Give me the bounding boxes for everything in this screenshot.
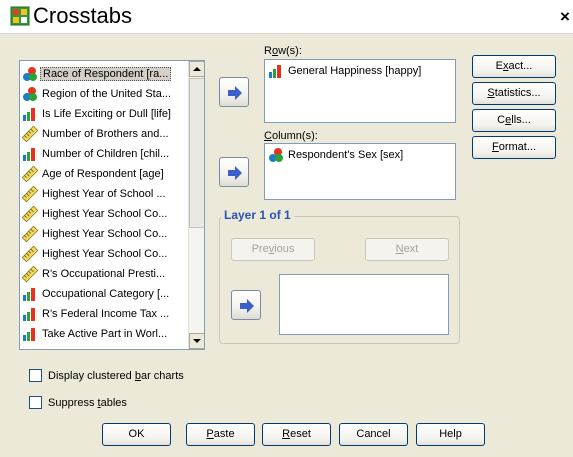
variable-list-item[interactable]: Race of Respondent [ra...: [22, 65, 190, 82]
variable-list-item[interactable]: Highest Year of School ...: [22, 185, 190, 202]
move-to-layer-button[interactable]: [231, 290, 261, 320]
variable-label: R's Federal Income Tax ...: [42, 307, 170, 320]
ordinal-icon: [23, 147, 35, 161]
nominal-icon: [23, 66, 37, 81]
rows-box[interactable]: General Happiness [happy]: [264, 59, 456, 123]
variable-label: Is Life Exciting or Dull [life]: [42, 107, 171, 120]
clustered-bar-charts-checkbox[interactable]: [29, 369, 42, 382]
source-variable-list[interactable]: Race of Respondent [ra... Region of the U…: [19, 60, 205, 350]
cancel-button[interactable]: Cancel: [339, 423, 408, 446]
layer-title: Layer 1 of 1: [221, 208, 294, 222]
scale-icon: [22, 185, 38, 202]
variable-label: Highest Year School Co...: [42, 227, 168, 240]
variable-label: Race of Respondent [ra...: [40, 66, 172, 81]
columns-box[interactable]: Respondent's Sex [sex]: [264, 143, 456, 200]
suppress-tables-checkbox[interactable]: [29, 396, 42, 409]
variable-list-item[interactable]: Highest Year School Co...: [22, 205, 190, 222]
move-to-rows-button[interactable]: [219, 77, 249, 107]
scroll-down-button[interactable]: [189, 333, 204, 349]
statistics-button[interactable]: Statistics...: [472, 82, 556, 105]
variable-list-item[interactable]: Take Active Part in Worl...: [22, 325, 190, 342]
scale-icon: [22, 165, 38, 182]
variable-label: Take Active Part in Worl...: [42, 327, 168, 340]
crosstabs-dialog: Crosstabs × Race of Respondent [ra... Reg…: [0, 0, 573, 457]
variable-label: Highest Year School Co...: [42, 207, 168, 220]
columns-item[interactable]: Respondent's Sex [sex]: [268, 147, 405, 163]
ok-button[interactable]: OK: [102, 423, 171, 446]
layer-box[interactable]: [279, 274, 449, 335]
variable-list-item[interactable]: R's Federal Income Tax ...: [22, 305, 190, 322]
move-to-columns-button[interactable]: [219, 157, 249, 187]
ordinal-icon: [23, 287, 35, 301]
scale-icon: [22, 245, 38, 262]
variable-label: Region of the United Sta...: [42, 87, 172, 100]
variable-list-item[interactable]: Number of Children [chil...: [22, 145, 190, 162]
scale-icon: [22, 225, 38, 242]
previous-layer-button[interactable]: Previous: [231, 238, 315, 261]
scroll-thumb[interactable]: [189, 78, 204, 228]
paste-button[interactable]: Paste: [186, 423, 255, 446]
variable-label: Number of Brothers and...: [42, 127, 169, 140]
variable-list-item[interactable]: R's Occupational Presti...: [22, 265, 190, 282]
format-button[interactable]: Format...: [472, 136, 556, 159]
help-button[interactable]: Help: [416, 423, 485, 446]
variable-list-item[interactable]: Occupational Category [...: [22, 285, 190, 302]
nominal-icon: [23, 86, 37, 101]
variable-label: Age of Respondent [age]: [42, 167, 164, 180]
scale-icon: [22, 205, 38, 222]
cells-button[interactable]: Cells...: [472, 109, 556, 132]
columns-label: Column(s):: [264, 130, 318, 142]
ordinal-icon: [23, 307, 35, 321]
scroll-down-icon: [193, 339, 201, 343]
variable-list-item[interactable]: Highest Year School Co...: [22, 225, 190, 242]
right-arrow-icon: [240, 299, 254, 313]
rows-label: Row(s):: [264, 45, 302, 57]
nominal-icon: [269, 148, 283, 162]
variable-label: Highest Year of School ...: [42, 187, 166, 200]
reset-button[interactable]: Reset: [262, 423, 331, 446]
right-arrow-icon: [228, 166, 242, 180]
scroll-up-icon: [193, 67, 201, 71]
variable-list-item[interactable]: Highest Year School Co...: [22, 245, 190, 262]
ordinal-icon: [23, 327, 35, 341]
next-layer-button[interactable]: Next: [365, 238, 449, 261]
clustered-bar-charts-option[interactable]: Display clustered bar charts: [29, 369, 184, 382]
suppress-tables-option[interactable]: Suppress tables: [29, 396, 127, 409]
variable-list-scrollbar[interactable]: [188, 61, 204, 349]
scroll-up-button[interactable]: [189, 61, 204, 77]
right-arrow-icon: [228, 86, 242, 100]
scale-icon: [22, 265, 38, 282]
window-title: Crosstabs: [33, 3, 133, 28]
variable-list-item[interactable]: Age of Respondent [age]: [22, 165, 190, 182]
title-bar: Crosstabs ×: [0, 0, 573, 34]
variable-label: Highest Year School Co...: [42, 247, 168, 260]
variable-label: Number of Children [chil...: [42, 147, 170, 160]
variable-label: R's Occupational Presti...: [42, 267, 166, 280]
crosstabs-app-icon: [10, 6, 30, 26]
rows-item[interactable]: General Happiness [happy]: [268, 63, 423, 79]
variable-list-item[interactable]: Number of Brothers and...: [22, 125, 190, 142]
ordinal-icon: [23, 107, 35, 121]
variable-list-item[interactable]: Is Life Exciting or Dull [life]: [22, 105, 190, 122]
ordinal-icon: [269, 65, 281, 78]
variable-label: Occupational Category [...: [42, 287, 170, 300]
exact-button[interactable]: Exact...: [472, 55, 556, 78]
variable-list-item[interactable]: Region of the United Sta...: [22, 85, 190, 102]
close-button[interactable]: ×: [557, 6, 573, 28]
scale-icon: [22, 125, 38, 142]
